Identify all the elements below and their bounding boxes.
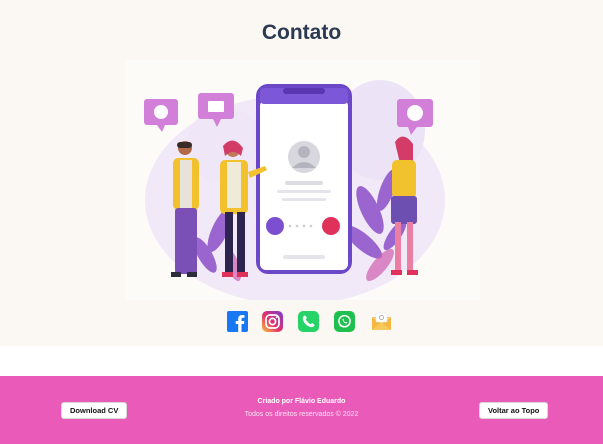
whatsapp-icon[interactable] xyxy=(334,311,355,332)
mail-icon[interactable] xyxy=(371,311,392,332)
footer: Download CV Criado por Flávio Eduardo To… xyxy=(0,376,603,444)
back-to-top-button[interactable]: Voltar ao Topo xyxy=(479,402,549,419)
contact-section: Contato xyxy=(0,0,603,346)
contact-illustration xyxy=(125,60,480,300)
page-title: Contato xyxy=(261,21,342,44)
phone-icon[interactable] xyxy=(298,311,319,332)
facebook-icon[interactable] xyxy=(227,311,248,332)
instagram-icon[interactable] xyxy=(262,311,283,332)
social-links xyxy=(0,311,603,333)
